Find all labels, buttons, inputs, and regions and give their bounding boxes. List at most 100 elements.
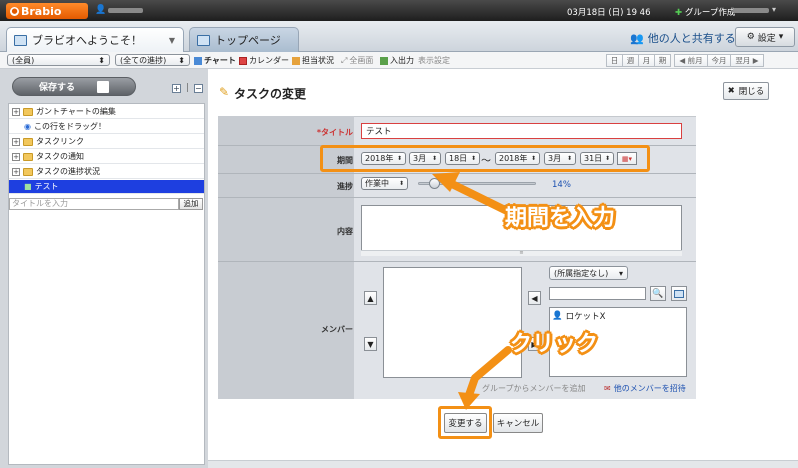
view-month-button[interactable]: 月 [638, 54, 655, 67]
period-highlight-box [320, 145, 650, 172]
progress-slider-handle[interactable] [429, 178, 441, 189]
account-name-redacted[interactable] [733, 8, 769, 13]
user-icon[interactable]: 👤 [95, 5, 106, 15]
close-button[interactable]: ✖ 閉じる [723, 82, 769, 100]
tree-row[interactable]: + ガントチャートの編集 [9, 105, 204, 119]
tree-row-label: ガントチャートの編集 [36, 107, 116, 116]
tree-row[interactable]: + タスクの通知 [9, 150, 204, 164]
divider [218, 261, 696, 262]
triangle-down-icon: ▼ [367, 339, 374, 349]
calendar-view-link[interactable]: カレンダー [239, 55, 289, 66]
expand-all-icon[interactable]: + [172, 83, 181, 93]
fullscreen-link[interactable]: ⤢ 全画面 [341, 55, 373, 66]
share-link[interactable]: 👥 他の人と共有する [630, 30, 736, 46]
chevron-down-icon[interactable]: ▾ [772, 5, 776, 14]
chevron-down-icon[interactable]: ▼ [169, 36, 175, 45]
view-term-button[interactable]: 期 [654, 54, 671, 67]
progress-filter-value: (全ての進捗) [120, 55, 167, 65]
tree-row[interactable]: ◉ この行をドラッグ！ [9, 120, 204, 134]
progress-status-value: 作業中 [365, 179, 389, 188]
tree-row-selected[interactable]: ■ テスト [9, 180, 204, 194]
tab-welcome-label: ブラビオへようこそ！ [32, 34, 142, 47]
cancel-button[interactable]: キャンセル [493, 413, 543, 433]
display-settings-label: 表示設定 [418, 56, 450, 65]
status-view-link[interactable]: 担当状況 [292, 55, 334, 66]
tree-row-label: テスト [34, 182, 59, 191]
expand-icon[interactable]: + [12, 152, 20, 161]
chevron-down-icon: ⬍ [98, 55, 105, 65]
tab-top-page-label: トップページ [215, 34, 281, 47]
collapse-all-icon[interactable]: − [193, 83, 203, 93]
expand-icon[interactable]: + [12, 137, 20, 146]
plus-icon: ✚ [675, 8, 683, 18]
move-up-button[interactable]: ▲ [364, 291, 377, 305]
group-create-link[interactable]: ✚ グループ作成 [675, 6, 735, 18]
display-settings-link[interactable]: 表示設定 [418, 55, 450, 66]
tree-row[interactable]: + タスクの進捗状況 [9, 165, 204, 179]
expand-icon[interactable]: + [12, 167, 20, 176]
expand-icon[interactable]: + [12, 107, 20, 116]
prev-month-button[interactable]: ◀ 前月 [674, 54, 708, 67]
calendar-icon [239, 56, 247, 65]
tab-welcome[interactable]: ブラビオへようこそ！ ▼ [6, 27, 184, 52]
title-label: *タイトル [316, 128, 353, 137]
project-icon [197, 34, 210, 46]
view-range-buttons: 日 週 月 期 ◀ 前月 今月 翌月 ▶ [606, 54, 764, 67]
floppy-disk-icon [97, 80, 109, 93]
people-icon: 👥 [630, 31, 644, 45]
view-day-button[interactable]: 日 [606, 54, 623, 67]
divider [218, 197, 696, 198]
resize-grip-icon[interactable]: ≡ [361, 250, 682, 256]
brabio-logo[interactable]: ● Brabio [6, 3, 88, 19]
members-filter-select[interactable]: (全員) ⬍ [7, 54, 110, 66]
view-week-button[interactable]: 週 [622, 54, 639, 67]
task-bullet-icon: ■ [24, 182, 32, 191]
divider [218, 173, 696, 174]
add-task-button[interactable]: 追加 [179, 197, 203, 210]
triangle-up-icon: ▲ [367, 293, 374, 303]
affiliation-value: (所属指定なし) [554, 268, 609, 278]
callout-click: クリック [510, 332, 599, 357]
callout-period: 期間を入力 [505, 206, 616, 231]
new-task-input[interactable]: タイトルを入力 [9, 197, 179, 210]
invite-member-link[interactable]: ✉ 他のメンバーを招待 [604, 383, 686, 394]
divider: | [186, 83, 189, 93]
search-button[interactable]: 🔍 [650, 286, 666, 301]
folder-icon [23, 152, 33, 161]
task-bullet-icon: ◉ [24, 122, 31, 131]
affiliation-select[interactable]: (所属指定なし) ▾ [549, 266, 628, 280]
horizontal-scrollbar[interactable] [208, 460, 798, 468]
people-icon [292, 56, 300, 65]
progress-status-select[interactable]: 作業中 ⬍ [361, 177, 408, 190]
person-icon: 👤 [552, 311, 563, 321]
tree-row[interactable]: + タスクリンク [9, 135, 204, 149]
chart-icon [194, 56, 202, 65]
next-month-button[interactable]: 翌月 ▶ [730, 54, 764, 67]
share-label: 他の人と共有する [647, 32, 736, 45]
add-member-button[interactable]: ◀ [528, 291, 541, 305]
change-highlight-box [438, 406, 492, 439]
envelope-icon: ✉ [604, 384, 611, 393]
add-from-group-link[interactable]: グループからメンバーを追加 [482, 383, 586, 394]
content-label: 内容 [337, 227, 353, 236]
io-link[interactable]: 入出力 [380, 55, 414, 66]
progress-filter-select[interactable]: (全ての進捗) ⬍ [115, 54, 190, 66]
settings-button[interactable]: ⚙ 設定 ▾ [735, 27, 795, 47]
io-label: 入出力 [390, 56, 414, 65]
candidate-member-item[interactable]: 👤 ロケットX [552, 310, 605, 322]
members-filter-value: (全員) [12, 55, 35, 65]
move-down-button[interactable]: ▼ [364, 337, 377, 351]
assigned-members-list[interactable] [383, 267, 522, 378]
chevron-down-icon: ▾ [778, 32, 784, 42]
tab-top-page[interactable]: トップページ [189, 27, 299, 52]
save-button[interactable]: 保存する [12, 77, 136, 96]
chart-view-link[interactable]: チャート [194, 55, 236, 66]
tree-row-label: タスクの通知 [36, 152, 84, 161]
this-month-button[interactable]: 今月 [707, 54, 731, 67]
close-label: 閉じる [738, 87, 765, 97]
member-search-input[interactable] [549, 287, 646, 300]
title-input[interactable]: テスト [361, 123, 682, 139]
list-view-button[interactable] [671, 286, 687, 301]
progress-label: 進捗 [337, 182, 353, 191]
close-icon: ✖ [727, 86, 735, 96]
